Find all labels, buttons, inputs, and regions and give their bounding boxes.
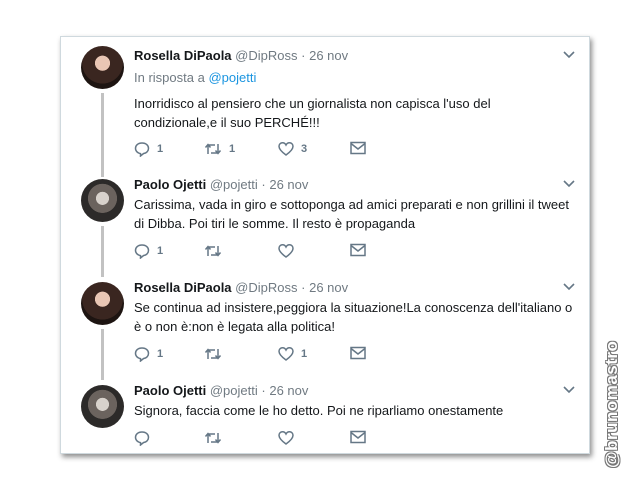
tweet-text: Signora, faccia come le ho detto. Poi ne… [134,403,504,418]
reply-button[interactable]: 1 [134,141,163,157]
watermark: @brunomastro [602,340,621,468]
tweet-header: Paolo Ojetti @pojetti · 26 nov [134,383,308,398]
message-button[interactable] [350,430,366,444]
chevron-down-icon[interactable] [563,386,575,394]
message-button[interactable] [350,243,366,257]
tweet-header: Rosella DiPaola @DipRoss · 26 nov [134,280,348,295]
author-name[interactable]: Rosella DiPaola [134,280,232,295]
tweet-thread-card: Rosella DiPaola @DipRoss · 26 nov In ris… [60,36,590,454]
tweet-4[interactable]: Paolo Ojetti @pojetti · 26 nov Signora, … [61,373,589,453]
reply-icon [134,142,150,157]
heart-icon [278,244,294,258]
replying-prefix: In risposta a [134,70,205,85]
author-handle[interactable]: @pojetti [210,383,258,398]
retweet-icon [204,143,222,155]
author-name[interactable]: Paolo Ojetti [134,177,206,192]
tweet-actions: 1 [134,243,434,261]
envelope-icon [350,243,366,257]
chevron-down-icon[interactable] [563,51,575,59]
like-count: 1 [301,348,308,360]
retweet-button[interactable] [204,346,229,362]
message-button[interactable] [350,141,366,155]
chevron-down-icon[interactable] [563,283,575,291]
thread-line [101,93,104,177]
avatar[interactable] [81,46,124,89]
retweet-icon [204,432,222,444]
author-handle[interactable]: @pojetti [210,177,258,192]
tweet-date[interactable]: 26 nov [269,177,308,192]
message-button[interactable] [350,346,366,360]
tweet-date[interactable]: 26 nov [309,280,348,295]
reply-button[interactable] [134,430,157,446]
like-count: 3 [301,143,308,155]
replying-mention[interactable]: @pojetti [208,70,256,85]
separator: · [301,48,306,63]
heart-icon [278,431,294,445]
chevron-down-icon[interactable] [563,180,575,188]
author-handle[interactable]: @DipRoss [235,280,297,295]
tweet-2[interactable]: Paolo Ojetti @pojetti · 26 nov Carissima… [61,167,589,277]
tweet-text: Se continua ad insistere,peggiora la sit… [134,300,573,334]
tweet-1[interactable]: Rosella DiPaola @DipRoss · 26 nov In ris… [61,37,589,177]
like-button[interactable] [278,243,301,259]
retweet-count: 1 [229,143,236,155]
retweet-button[interactable] [204,430,229,446]
heart-icon [278,142,294,156]
retweet-icon [204,348,222,360]
reply-count: 1 [157,143,164,155]
replying-to: In risposta a @pojetti [134,70,256,85]
reply-count: 1 [157,348,164,360]
tweet-header: Paolo Ojetti @pojetti · 26 nov [134,177,308,192]
reply-icon [134,244,150,259]
reply-icon [134,347,150,362]
reply-button[interactable]: 1 [134,346,163,362]
separator: · [261,383,266,398]
author-name[interactable]: Rosella DiPaola [134,48,232,63]
avatar[interactable] [81,385,124,428]
reply-count: 1 [157,245,164,257]
tweet-actions: 1 1 [134,346,434,364]
tweet-actions: 1 1 3 [134,141,434,159]
avatar[interactable] [81,179,124,222]
retweet-button[interactable]: 1 [204,141,235,157]
reply-icon [134,431,150,446]
tweet-date[interactable]: 26 nov [309,48,348,63]
tweet-text: Carissima, vada in giro e sottoponga ad … [134,197,569,231]
envelope-icon [350,141,366,155]
avatar[interactable] [81,282,124,325]
tweet-header: Rosella DiPaola @DipRoss · 26 nov [134,48,348,63]
reply-button[interactable]: 1 [134,243,163,259]
tweet-actions [134,430,434,448]
retweet-button[interactable] [204,243,229,259]
separator: · [261,177,266,192]
envelope-icon [350,430,366,444]
like-button[interactable] [278,430,301,446]
retweet-icon [204,245,222,257]
heart-icon [278,347,294,361]
author-handle[interactable]: @DipRoss [235,48,297,63]
tweet-text: Inorridisco al pensiero che un giornalis… [134,96,491,130]
like-button[interactable]: 3 [278,141,307,157]
separator: · [301,280,306,295]
tweet-date[interactable]: 26 nov [269,383,308,398]
tweet-3[interactable]: Rosella DiPaola @DipRoss · 26 nov Se con… [61,270,589,380]
author-name[interactable]: Paolo Ojetti [134,383,206,398]
like-button[interactable]: 1 [278,346,307,362]
envelope-icon [350,346,366,360]
